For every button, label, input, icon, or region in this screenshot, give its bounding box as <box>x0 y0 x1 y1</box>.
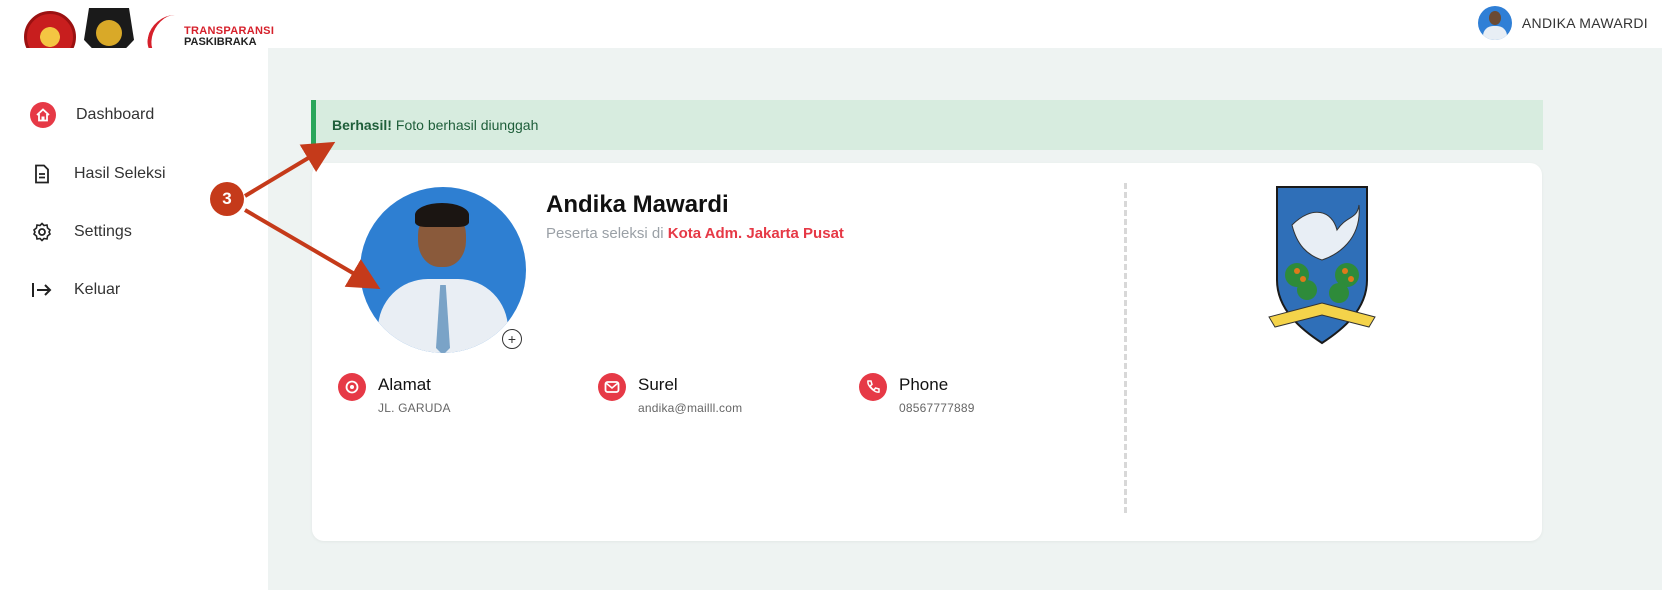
annotation-arrows <box>243 141 381 290</box>
annotation-badge: 3 <box>210 182 244 216</box>
